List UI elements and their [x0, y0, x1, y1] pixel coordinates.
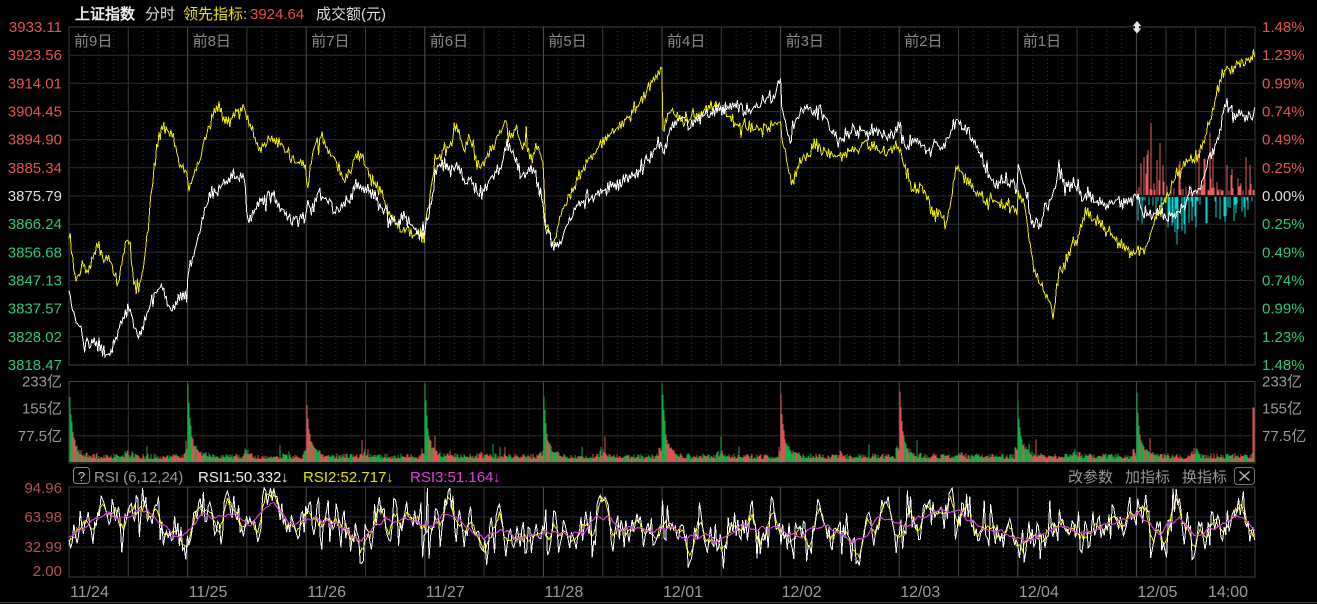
svg-text:11/25: 11/25	[189, 584, 228, 601]
svg-text:RSI1:50.332: RSI1:50.332	[198, 469, 281, 486]
svg-text:RSI2:52.717: RSI2:52.717	[303, 469, 386, 486]
svg-text:领先指标:: 领先指标:	[183, 3, 247, 24]
svg-text:成交额(元): 成交额(元)	[316, 3, 386, 24]
svg-text:3837.57: 3837.57	[8, 301, 62, 318]
svg-text:3924.64: 3924.64	[250, 6, 304, 23]
svg-text:0.74%: 0.74%	[1262, 104, 1305, 121]
svg-text:11/26: 11/26	[307, 584, 346, 601]
svg-text:前9日: 前9日	[74, 30, 112, 51]
svg-text:上证指数: 上证指数	[75, 3, 136, 24]
svg-text:↓: ↓	[281, 469, 289, 486]
svg-text:前7日: 前7日	[311, 30, 349, 51]
svg-text:2.00: 2.00	[33, 563, 62, 580]
svg-text:前5日: 前5日	[548, 30, 586, 51]
svg-text:32.99: 32.99	[24, 539, 62, 556]
svg-text:3904.45: 3904.45	[8, 104, 62, 121]
svg-text:233亿: 233亿	[1262, 371, 1302, 392]
svg-text:63.98: 63.98	[24, 509, 62, 526]
svg-text:前1日: 前1日	[1023, 30, 1061, 51]
svg-text:0.49%: 0.49%	[1262, 244, 1305, 261]
svg-text:0.49%: 0.49%	[1262, 132, 1305, 149]
svg-text:3914.01: 3914.01	[8, 75, 62, 92]
svg-text:0.74%: 0.74%	[1262, 273, 1305, 290]
svg-text:12/01: 12/01	[663, 584, 703, 601]
svg-text:155亿: 155亿	[1262, 398, 1302, 419]
svg-text:14:00: 14:00	[1208, 584, 1248, 601]
svg-text:3856.68: 3856.68	[8, 244, 62, 261]
svg-text:12/04: 12/04	[1019, 584, 1059, 601]
svg-text:3866.24: 3866.24	[8, 216, 62, 233]
svg-text:77.5亿: 77.5亿	[18, 425, 62, 446]
svg-text:3875.79: 3875.79	[8, 188, 62, 205]
svg-text:0.25%: 0.25%	[1262, 216, 1305, 233]
svg-text:前8日: 前8日	[193, 30, 231, 51]
svg-text:11/28: 11/28	[544, 584, 583, 601]
svg-text:12/05: 12/05	[1137, 584, 1177, 601]
svg-text:加指标: 加指标	[1125, 466, 1170, 487]
svg-text:0.25%: 0.25%	[1262, 160, 1305, 177]
svg-text:↓: ↓	[493, 469, 501, 486]
svg-text:233亿: 233亿	[22, 371, 62, 392]
svg-text:94.96: 94.96	[24, 480, 62, 497]
svg-text:3828.02: 3828.02	[8, 329, 62, 346]
svg-text:77.5亿: 77.5亿	[1262, 425, 1306, 446]
svg-text:11/27: 11/27	[426, 584, 465, 601]
svg-text:前2日: 前2日	[904, 30, 942, 51]
svg-text:前6日: 前6日	[430, 30, 468, 51]
svg-text:11/24: 11/24	[70, 584, 109, 601]
svg-text:分时: 分时	[145, 3, 175, 24]
svg-text:0.99%: 0.99%	[1262, 301, 1305, 318]
svg-text:3933.11: 3933.11	[9, 19, 62, 36]
svg-text:3894.90: 3894.90	[8, 132, 62, 149]
svg-text:换指标: 换指标	[1182, 466, 1227, 487]
svg-text:1.23%: 1.23%	[1262, 47, 1305, 64]
svg-text:前3日: 前3日	[786, 30, 824, 51]
svg-text:?: ?	[78, 469, 85, 484]
svg-text:1.23%: 1.23%	[1262, 329, 1305, 346]
svg-text:3923.56: 3923.56	[8, 47, 62, 64]
svg-text:3885.34: 3885.34	[8, 160, 62, 177]
svg-text:155亿: 155亿	[22, 398, 62, 419]
svg-text:0.00%: 0.00%	[1262, 188, 1305, 205]
svg-text:前4日: 前4日	[667, 30, 705, 51]
svg-text:↓: ↓	[386, 469, 394, 486]
svg-text:RSI3:51.164: RSI3:51.164	[410, 469, 493, 486]
svg-text:12/02: 12/02	[782, 584, 822, 601]
svg-text:12/03: 12/03	[900, 584, 940, 601]
svg-text:1.48%: 1.48%	[1262, 19, 1305, 36]
svg-text:RSI (6,12,24): RSI (6,12,24)	[94, 469, 183, 486]
svg-text:3847.13: 3847.13	[8, 273, 62, 290]
svg-text:0.99%: 0.99%	[1262, 75, 1305, 92]
svg-text:改参数: 改参数	[1068, 466, 1113, 487]
